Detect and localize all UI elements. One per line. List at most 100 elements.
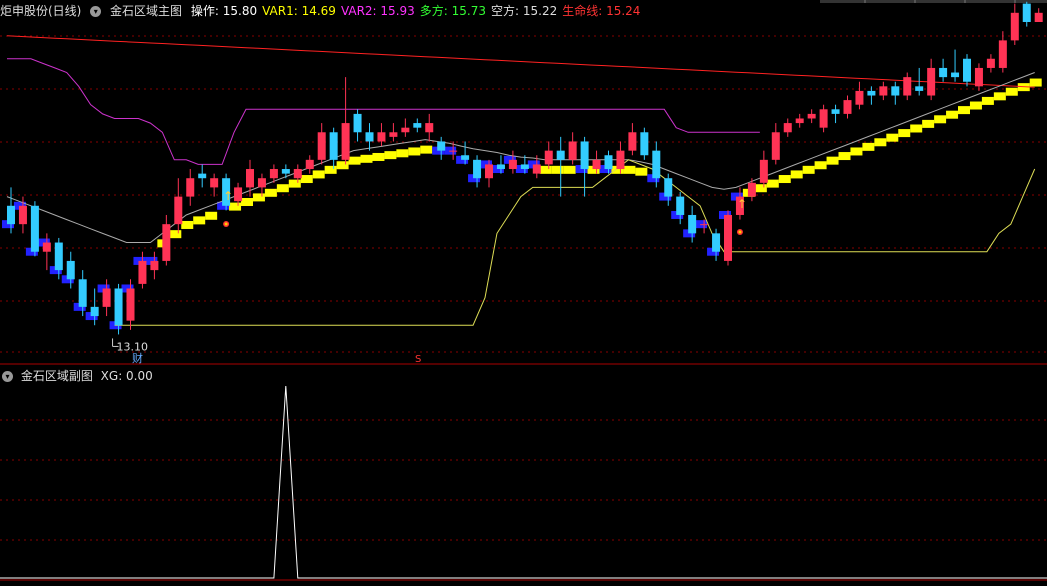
kline-chart[interactable]: 13.1016.12↑↑财S <box>0 0 1047 586</box>
candle-body <box>496 164 505 170</box>
long-band-step <box>981 96 994 105</box>
candle <box>317 123 326 165</box>
long-band-step <box>1029 78 1042 87</box>
long-band-step <box>790 170 803 179</box>
candle-body <box>903 77 912 96</box>
candle-body <box>568 141 577 160</box>
candle <box>951 49 960 82</box>
candle-body <box>747 182 756 197</box>
candle <box>616 141 625 174</box>
candle-body <box>807 113 816 119</box>
buy-dot-center <box>738 230 742 234</box>
candle-body <box>915 86 924 91</box>
candle <box>712 228 721 261</box>
stock-name[interactable]: 炬申股份(日线) <box>0 4 81 18</box>
marker-cai: 财 <box>132 351 143 365</box>
buy-dot-center <box>224 222 228 226</box>
candle-body <box>281 169 290 174</box>
candle-body <box>341 123 350 160</box>
candle <box>819 104 828 133</box>
long-band-step <box>874 138 887 147</box>
long-band-step <box>384 151 397 160</box>
candle <box>891 81 900 105</box>
candle-body <box>413 123 422 128</box>
candle <box>724 210 732 266</box>
main-field-3: 多方: 15.73 <box>419 4 486 18</box>
candle <box>437 136 446 160</box>
candle-body <box>401 127 410 133</box>
candle-body <box>66 260 75 280</box>
long-short-bands <box>2 78 1042 330</box>
indicator-dropdown-icon[interactable]: ▾ <box>90 6 102 17</box>
candle-body <box>90 306 99 317</box>
candle-body <box>951 72 960 78</box>
sub-indicator-dropdown-icon[interactable]: ▾ <box>2 371 13 382</box>
long-band-step <box>850 147 863 156</box>
candle-body <box>891 86 900 96</box>
long-band-step <box>241 198 253 206</box>
candle-body <box>150 260 159 271</box>
long-band-step <box>193 216 206 225</box>
candle-body <box>712 233 721 252</box>
candle-body <box>473 159 482 179</box>
candle-body <box>42 242 51 252</box>
candle-body <box>640 132 649 156</box>
candle-body <box>867 90 876 96</box>
candle <box>162 214 171 266</box>
candle <box>401 118 410 137</box>
sub-indicator-name[interactable]: 金石区域副图 <box>21 369 93 383</box>
main-field-2: VAR2: 15.93 <box>340 4 415 18</box>
candle-body <box>353 113 362 133</box>
candle <box>807 109 816 124</box>
candle-body <box>114 288 123 326</box>
long-band-step <box>169 230 182 239</box>
long-band-step <box>300 175 313 184</box>
candle <box>508 150 517 174</box>
candle-body <box>485 164 493 179</box>
main-field-0: 操作: 15.80 <box>190 4 258 18</box>
candle <box>377 123 386 147</box>
indicator-values: 操作: 15.80 VAR1: 14.69 VAR2: 15.93 多方: 15.73… <box>191 4 646 18</box>
candle-body <box>604 155 613 170</box>
candle <box>341 77 350 165</box>
candle-body <box>998 40 1007 68</box>
candle-body <box>855 90 864 105</box>
long-band-step <box>276 184 289 193</box>
long-band-step <box>862 142 875 151</box>
candle-body <box>580 141 589 170</box>
candle <box>473 155 482 188</box>
candle-body <box>365 132 374 142</box>
candle-body <box>783 123 792 133</box>
candle <box>544 141 553 170</box>
candle-body <box>795 118 804 124</box>
candle-body <box>592 159 601 170</box>
candle-body <box>759 159 768 183</box>
long-band-step <box>934 115 947 124</box>
candle <box>365 123 374 151</box>
candle <box>664 173 673 206</box>
long-band-step <box>969 101 982 110</box>
xg-line <box>0 385 1047 579</box>
long-band-step <box>898 129 911 138</box>
candle-body <box>628 132 637 151</box>
long-band-step <box>766 179 779 188</box>
long-band-step <box>264 188 277 197</box>
candle-body <box>963 58 971 82</box>
candle-body <box>293 169 302 179</box>
long-band-step <box>635 167 648 176</box>
long-band-step <box>229 202 242 211</box>
long-band-step <box>886 133 899 142</box>
candle <box>986 54 995 73</box>
candle <box>963 54 971 87</box>
candle <box>628 123 637 156</box>
candle-body <box>986 58 995 68</box>
candle <box>257 173 266 197</box>
candle <box>783 118 792 137</box>
candle <box>389 123 398 142</box>
candle <box>353 109 362 142</box>
long-band-step <box>420 145 433 154</box>
indicator-name[interactable]: 金石区域主图 <box>110 4 182 18</box>
candle-body <box>7 205 15 225</box>
candle-body <box>18 205 27 225</box>
sub-chart-header: ▾ 金石区域副图 XG: 0.00 <box>0 366 161 386</box>
